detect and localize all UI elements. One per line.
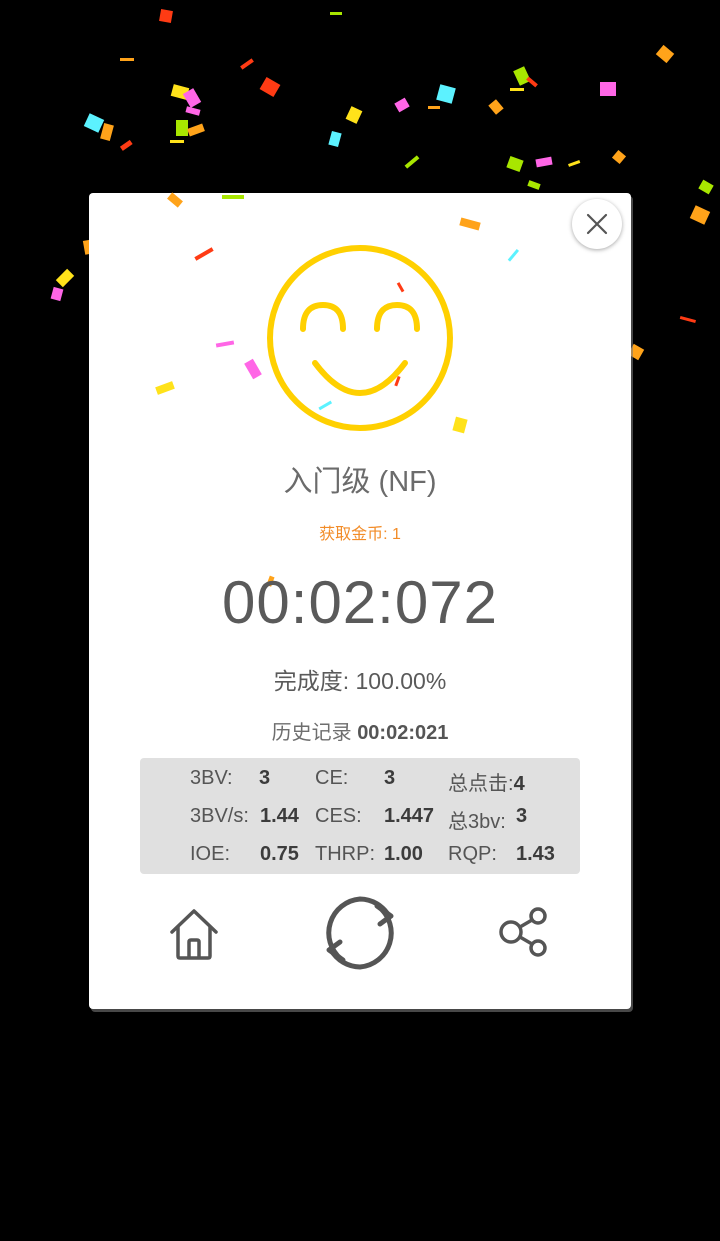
confetti-piece (83, 113, 105, 133)
confetti-piece (119, 139, 133, 151)
completion-rate: 完成度: 100.00% (89, 662, 631, 696)
confetti-piece (488, 99, 504, 115)
stat-3bv-per-second: 3BV/s: (190, 805, 249, 828)
confetti-piece (259, 76, 281, 98)
confetti-piece (120, 58, 134, 61)
close-icon (586, 213, 608, 235)
stats-panel: 3BV: 3 CE: 3 总点击:4 3BV/s: 1.44 CES: 1.44… (140, 758, 580, 874)
confetti-piece (513, 66, 531, 86)
confetti-piece (328, 130, 342, 148)
confetti-piece (159, 9, 173, 23)
stat-label: CES: (315, 805, 362, 827)
confetti-piece (689, 205, 711, 225)
confetti-piece (436, 84, 456, 104)
stat-ioe-value: 0.75 (260, 843, 299, 866)
stat-ce-value: 3 (384, 767, 395, 790)
stat-label: 总点击: (448, 773, 514, 795)
stat-label: 3BV/s: (190, 805, 249, 827)
confetti-piece (568, 160, 581, 167)
stat-value: 0.75 (260, 843, 299, 865)
confetti-piece (100, 122, 114, 142)
stat-value: 1.44 (260, 805, 299, 827)
confetti-piece (345, 106, 363, 124)
confetti-piece (679, 315, 696, 324)
history-value: 00:02:021 (357, 722, 449, 744)
stat-label: THRP: (315, 843, 375, 865)
confetti-piece (535, 156, 553, 168)
completion-value: 100.00% (355, 668, 447, 694)
confetti-piece (55, 268, 75, 288)
stat-label: 3BV: (190, 767, 233, 789)
stat-3bv: 3BV: (190, 767, 233, 790)
confetti-piece (176, 120, 188, 136)
history-record: 历史记录 00:02:021 (89, 716, 631, 745)
restart-icon (326, 896, 394, 970)
confetti-piece (50, 286, 64, 302)
stat-value: 3 (384, 767, 396, 789)
finish-time: 00:02:072 (222, 569, 498, 636)
level-title: 入门级 (NF) (283, 466, 437, 498)
coins-earned: 获取金币: 1 (319, 526, 401, 543)
stat-value: 1.447 (384, 805, 435, 827)
stat-label: RQP: (448, 843, 497, 865)
confetti-piece (600, 82, 616, 96)
stat-thrp: THRP: (315, 843, 375, 866)
close-button[interactable] (572, 199, 622, 249)
stat-ioe: IOE: (190, 843, 230, 866)
stat-ces: CES: (315, 805, 362, 828)
history-label: 历史记录 (271, 722, 352, 744)
stat-ce: CE: (315, 767, 348, 790)
stat-value: 4 (513, 773, 525, 795)
confetti-piece (170, 140, 184, 143)
stat-label: CE: (315, 767, 349, 789)
confetti-piece (526, 76, 538, 88)
stat-value: 3 (516, 805, 528, 827)
confetti-piece (506, 155, 524, 173)
confetti-piece (185, 106, 201, 116)
confetti-piece (428, 106, 440, 109)
stat-rqp-value: 1.43 (516, 843, 555, 866)
confetti-piece (394, 97, 410, 113)
confetti-piece (698, 179, 714, 195)
home-icon (170, 909, 218, 960)
game-result-screen: 入门级 (NF) 获取金币: 1 00:02:072 完成度: 100.00% … (0, 0, 720, 1241)
stat-total-3bv-value: 3 (516, 805, 527, 828)
stat-label: 总3bv: (448, 811, 506, 833)
completion-label: 完成度: (273, 668, 350, 694)
confetti-piece (187, 123, 205, 137)
stat-total-3bv: 总3bv: (448, 805, 506, 834)
stat-total-clicks: 总点击:4 (448, 767, 525, 796)
stat-value: 3 (259, 767, 271, 789)
confetti-piece (182, 88, 202, 108)
smiley-face-icon (267, 245, 453, 431)
stat-ces-value: 1.447 (384, 805, 434, 828)
confetti-piece (404, 155, 420, 169)
confetti-piece (330, 12, 342, 15)
confetti-piece (655, 44, 675, 64)
confetti-piece (611, 149, 627, 165)
restart-button[interactable] (317, 890, 403, 976)
stat-label: IOE: (190, 843, 231, 865)
confetti-piece (510, 88, 524, 91)
stat-thrp-value: 1.00 (384, 843, 423, 866)
share-button[interactable] (494, 902, 554, 962)
home-button[interactable] (162, 902, 226, 966)
confetti-piece (240, 58, 254, 70)
confetti-piece (527, 180, 541, 190)
stat-3bv-value: 3 (259, 767, 270, 790)
share-icon (499, 907, 547, 957)
confetti-piece (170, 84, 190, 100)
stat-value: 1.43 (516, 843, 555, 865)
stat-3bv-per-second-value: 1.44 (260, 805, 299, 828)
stat-rqp: RQP: (448, 843, 497, 866)
stat-value: 1.00 (384, 843, 423, 865)
